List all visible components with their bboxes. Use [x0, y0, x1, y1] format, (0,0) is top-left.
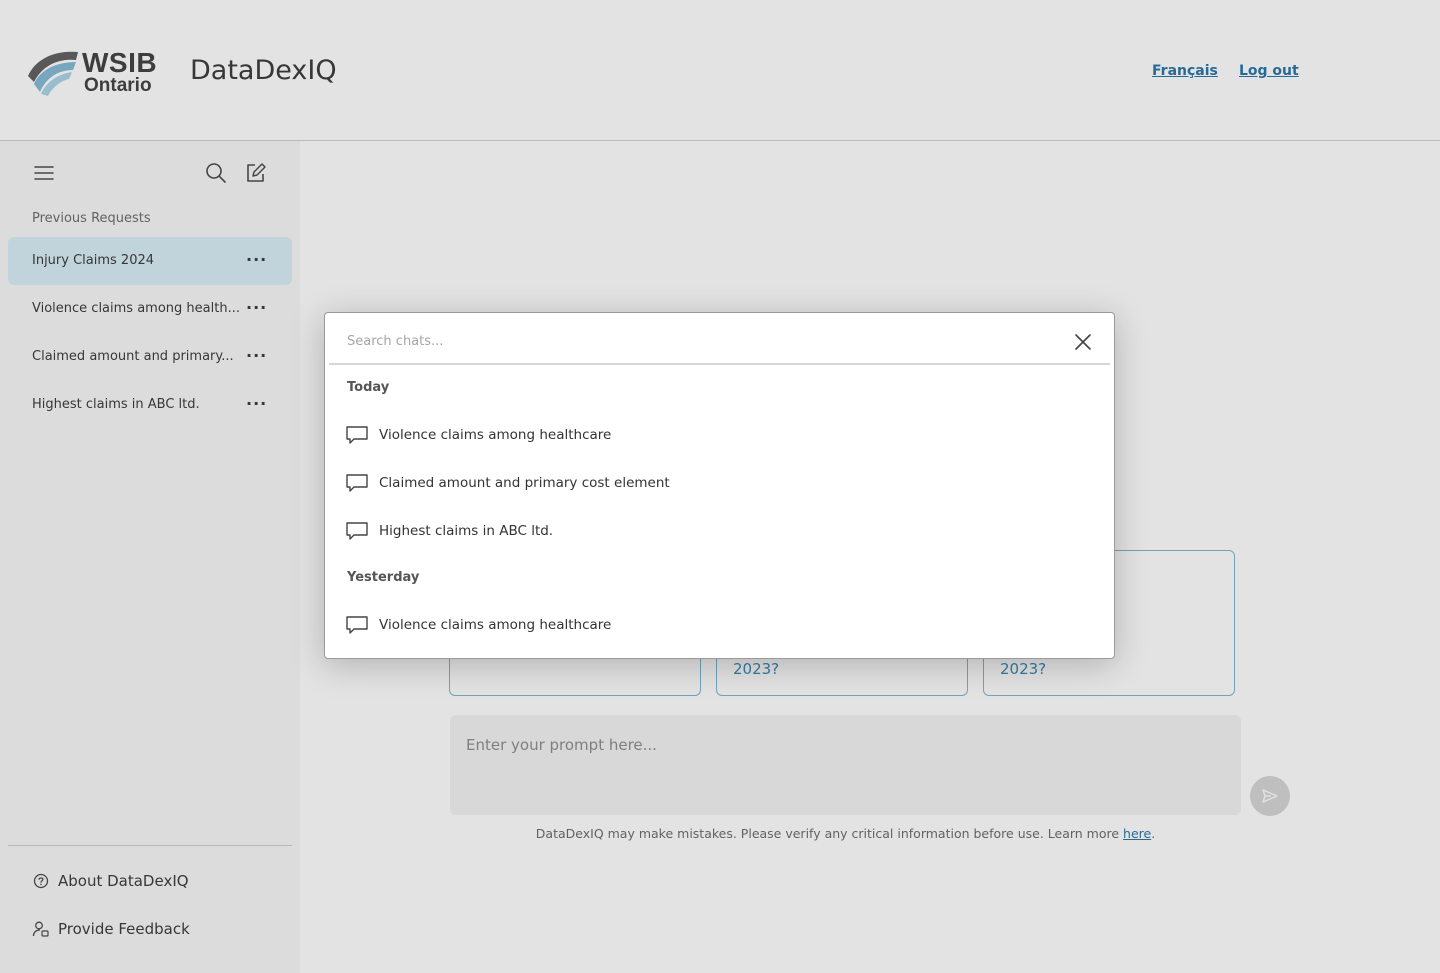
chat-bubble-icon — [345, 472, 371, 494]
chat-result-item[interactable]: Violence claims among healthcare — [345, 610, 1085, 640]
close-modal-button[interactable] — [1072, 331, 1094, 353]
chat-result-item[interactable]: Highest claims in ABC ltd. — [345, 516, 1085, 546]
app-root: WSIB Ontario DataDexIQ Français Log out … — [0, 0, 1440, 973]
search-chats-input[interactable] — [347, 329, 1027, 353]
group-heading-today: Today — [347, 380, 390, 395]
group-heading-yesterday: Yesterday — [347, 570, 420, 585]
modal-search-bar — [329, 317, 1110, 365]
chat-result-label: Violence claims among healthcare — [379, 427, 612, 443]
chat-result-label: Claimed amount and primary cost element — [379, 475, 670, 491]
search-chats-modal: Today Violence claims among healthcare C… — [324, 312, 1115, 659]
chat-bubble-icon — [345, 520, 371, 542]
chat-result-item[interactable]: Claimed amount and primary cost element — [345, 468, 1085, 498]
chat-result-label: Highest claims in ABC ltd. — [379, 523, 554, 539]
chat-result-item[interactable]: Violence claims among healthcare — [345, 420, 1085, 450]
close-icon — [1075, 334, 1091, 350]
chat-bubble-icon — [345, 614, 371, 636]
chat-bubble-icon — [345, 424, 371, 446]
chat-result-label: Violence claims among healthcare — [379, 617, 612, 633]
